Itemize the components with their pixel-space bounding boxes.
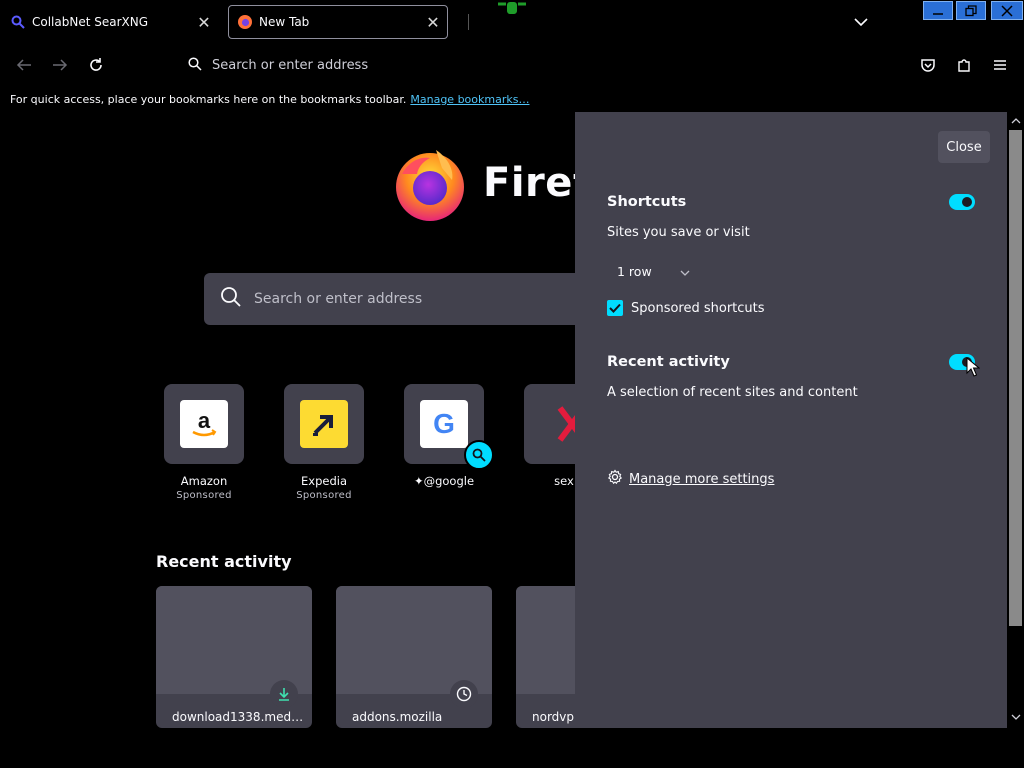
- restore-button[interactable]: [956, 1, 986, 20]
- shortcut-name: Amazon: [180, 474, 228, 488]
- url-bar[interactable]: Search or enter address: [178, 51, 898, 79]
- close-tab-icon[interactable]: ✕: [423, 12, 443, 32]
- shortcuts-subtitle: Sites you save or visit: [607, 225, 750, 240]
- back-button[interactable]: [11, 52, 37, 78]
- search-icon: [220, 286, 242, 312]
- chevron-down-icon: [680, 264, 690, 279]
- manage-more-settings-link[interactable]: Manage more settings: [607, 469, 774, 489]
- firefox-logo-icon: [390, 144, 470, 224]
- mouse-cursor-icon: [966, 356, 981, 377]
- url-placeholder: Search or enter address: [212, 57, 369, 73]
- manage-more-settings-label: Manage more settings: [629, 471, 775, 487]
- tab-title: New Tab: [259, 15, 310, 29]
- forward-button[interactable]: [47, 52, 73, 78]
- list-all-tabs-chevron-icon[interactable]: [849, 10, 873, 34]
- scroll-down-arrow-icon[interactable]: [1007, 710, 1024, 724]
- rows-select-value: 1 row: [617, 263, 652, 279]
- shortcut-tile[interactable]: G: [404, 384, 494, 470]
- card-thumbnail: [156, 586, 312, 694]
- scroll-up-arrow-icon[interactable]: [1007, 114, 1024, 128]
- shortcut-sponsored-label: Sponsored: [296, 490, 352, 501]
- recent-activity-heading: Recent activity: [156, 552, 292, 571]
- clock-icon: [450, 680, 478, 708]
- card-label: nordvp: [532, 710, 575, 724]
- search-icon: [188, 56, 202, 75]
- search-icon: [10, 14, 26, 30]
- reload-button[interactable]: [83, 52, 109, 78]
- card-thumbnail: [336, 586, 492, 694]
- shortcut-tile[interactable]: a: [164, 384, 244, 464]
- tab-separator: [468, 14, 469, 30]
- svg-text:a: a: [198, 408, 211, 433]
- card-label: download1338.med…: [172, 710, 304, 724]
- pocket-button[interactable]: [915, 52, 941, 78]
- shortcut-google[interactable]: G ✦@google: [402, 384, 494, 488]
- recent-activity-subtitle: A selection of recent sites and content: [607, 385, 858, 400]
- toggle-knob: [962, 197, 972, 207]
- shortcuts-heading: Shortcuts: [607, 194, 687, 210]
- shortcuts-toggle[interactable]: [949, 194, 975, 210]
- sponsored-shortcuts-option[interactable]: Sponsored shortcuts: [607, 300, 765, 316]
- recent-card[interactable]: download1338.med…: [156, 586, 312, 728]
- decoration-icon: [496, 0, 528, 18]
- svg-text:G: G: [433, 408, 455, 439]
- bookmarks-message: For quick access, place your bookmarks h…: [10, 92, 407, 106]
- tab-strip: CollabNet SearXNG ✕ New Tab ✕: [0, 0, 1024, 44]
- tab-new-tab[interactable]: New Tab ✕: [228, 5, 448, 39]
- sponsored-shortcuts-checkbox[interactable]: [607, 300, 623, 316]
- download-icon: [270, 680, 298, 708]
- rows-select[interactable]: 1 row: [607, 258, 717, 284]
- google-logo-icon: G: [420, 400, 468, 448]
- pin-icon: ✦: [413, 474, 424, 488]
- tab-title: CollabNet SearXNG: [32, 15, 149, 29]
- manage-bookmarks-link[interactable]: Manage bookmarks…: [410, 93, 529, 106]
- extensions-button[interactable]: [951, 52, 977, 78]
- recent-card[interactable]: addons.mozilla: [336, 586, 492, 728]
- search-shortcut-badge-icon: [464, 440, 494, 470]
- expedia-logo-icon: [300, 400, 348, 448]
- close-window-button[interactable]: [991, 1, 1023, 20]
- shortcut-amazon[interactable]: a Amazon Sponsored: [162, 384, 246, 501]
- bookmarks-toolbar: For quick access, place your bookmarks h…: [0, 86, 1024, 112]
- card-label: addons.mozilla: [352, 710, 443, 724]
- sponsored-shortcuts-label: Sponsored shortcuts: [631, 300, 765, 316]
- menu-button[interactable]: [987, 52, 1013, 78]
- newtab-search-placeholder: Search or enter address: [254, 291, 423, 307]
- close-tab-icon[interactable]: ✕: [194, 12, 214, 32]
- newtab-search-box[interactable]: Search or enter address: [204, 273, 624, 325]
- close-button[interactable]: Close: [938, 131, 990, 163]
- shortcut-name: Expedia: [301, 474, 347, 488]
- customize-panel: Close Shortcuts Sites you save or visit …: [575, 112, 1007, 728]
- minimize-button[interactable]: [923, 1, 953, 20]
- recent-activity-heading: Recent activity: [607, 354, 730, 370]
- gear-icon: [607, 469, 623, 489]
- navigation-toolbar: Search or enter address: [0, 44, 1024, 86]
- shortcut-sponsored-label: Sponsored: [176, 490, 232, 501]
- shortcut-tile[interactable]: [284, 384, 364, 464]
- firefox-icon: [237, 14, 253, 30]
- shortcut-name: ✦@google: [413, 474, 475, 488]
- scrollbar-thumb[interactable]: [1009, 130, 1022, 626]
- shortcut-expedia[interactable]: Expedia Sponsored: [282, 384, 366, 501]
- page-scrollbar[interactable]: [1007, 112, 1024, 728]
- tab-searxng[interactable]: CollabNet SearXNG ✕: [6, 5, 218, 39]
- amazon-logo-icon: a: [180, 400, 228, 448]
